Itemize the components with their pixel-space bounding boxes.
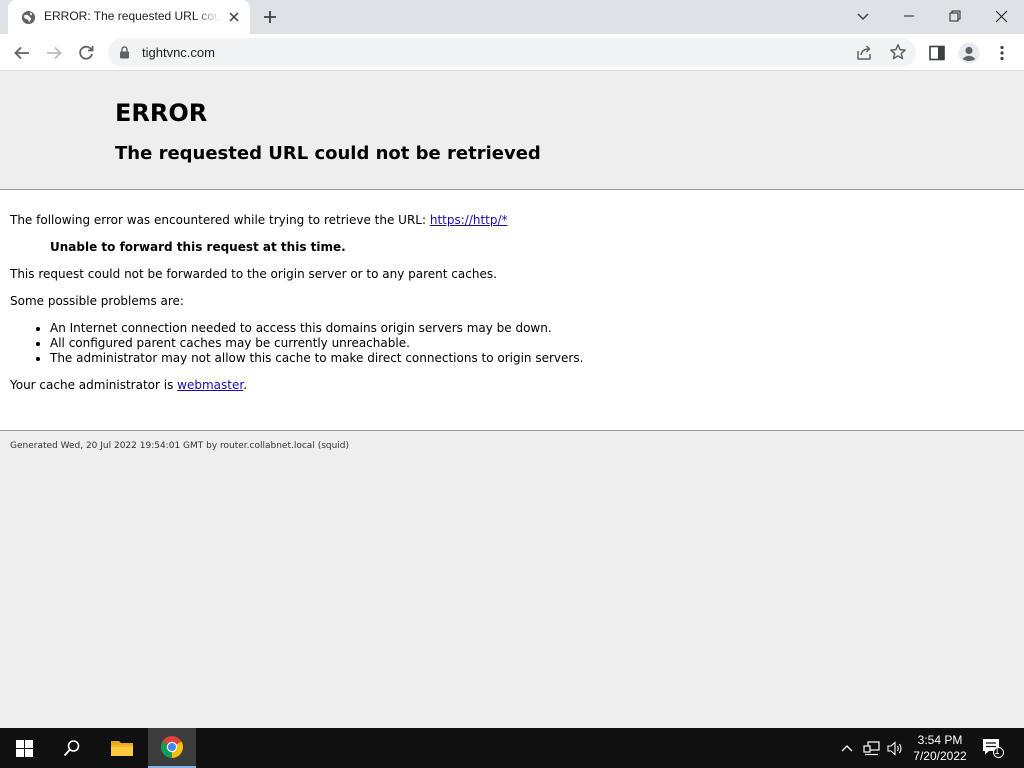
system-clock[interactable]: 3:54 PM 7/20/2022 <box>908 732 972 764</box>
error-title: ERROR <box>115 99 208 127</box>
side-panel-icon <box>929 45 945 61</box>
tab-title: ERROR: The requested URL could not be re… <box>44 9 220 23</box>
reload-button[interactable] <box>73 40 99 66</box>
network-button[interactable] <box>860 728 882 768</box>
admin-paragraph: Your cache administrator is webmaster. <box>10 378 1010 393</box>
error-header: ERROR The requested URL could not be ret… <box>0 71 1024 190</box>
back-arrow-icon <box>14 46 29 60</box>
start-button[interactable] <box>0 728 48 768</box>
network-icon <box>862 740 880 755</box>
page-viewport: ERROR The requested URL could not be ret… <box>0 71 1024 728</box>
plus-icon[interactable] <box>260 7 280 27</box>
forward-button[interactable] <box>41 40 67 66</box>
close-window-button[interactable] <box>978 0 1024 32</box>
reload-icon <box>79 45 94 60</box>
volume-icon <box>886 740 902 756</box>
back-button[interactable] <box>9 40 35 66</box>
admin-suffix: . <box>243 378 248 392</box>
close-window-icon <box>995 10 1007 22</box>
file-explorer-icon <box>111 741 133 756</box>
taskbar-search-button[interactable] <box>48 728 96 768</box>
forward-arrow-icon <box>47 46 62 60</box>
list-item: An Internet connection needed to access … <box>50 321 1010 336</box>
chevron-down-icon <box>857 13 869 21</box>
globe-icon <box>21 10 36 25</box>
list-item: All configured parent caches may be curr… <box>50 336 1010 351</box>
tab-search-button[interactable] <box>840 0 886 32</box>
share-icon[interactable] <box>856 44 873 61</box>
search-icon <box>63 740 80 757</box>
windows-start-icon <box>15 739 33 757</box>
lock-icon[interactable] <box>119 46 130 59</box>
browser-toolbar: tightvnc.com <box>0 34 1024 71</box>
menu-button[interactable] <box>989 40 1015 66</box>
admin-prefix: Your cache administrator is <box>10 378 178 392</box>
chrome-icon <box>161 736 183 758</box>
intro-text: The following error was encountered whil… <box>10 213 430 227</box>
requested-url-link[interactable]: https://http/* <box>430 213 508 227</box>
error-reason: Unable to forward this request at this t… <box>50 240 346 254</box>
problems-intro: Some possible problems are: <box>10 294 184 308</box>
error-detail: This request could not be forwarded to t… <box>10 267 497 281</box>
browser-tab[interactable]: ERROR: The requested URL could not be re… <box>8 0 250 34</box>
side-panel-button[interactable] <box>924 40 950 66</box>
star-icon[interactable] <box>889 43 907 61</box>
clock-time: 3:54 PM <box>917 733 963 747</box>
tab-strip: ERROR: The requested URL could not be re… <box>0 0 1024 34</box>
url-text[interactable]: tightvnc.com <box>142 45 215 60</box>
profile-button[interactable] <box>956 40 982 66</box>
chevron-up-icon <box>841 745 853 752</box>
kebab-menu-icon <box>1000 45 1004 61</box>
intro-paragraph: The following error was encountered whil… <box>10 213 1010 228</box>
restore-icon <box>949 10 961 22</box>
restore-button[interactable] <box>932 0 978 32</box>
chrome-taskbar-button[interactable] <box>148 728 196 768</box>
taskbar: 3:54 PM 7/20/2022 1 <box>0 728 1024 768</box>
error-content: The following error was encountered whil… <box>10 213 1010 405</box>
volume-button[interactable] <box>884 728 906 768</box>
webmaster-link[interactable]: webmaster <box>177 378 243 392</box>
address-bar[interactable]: tightvnc.com <box>108 38 916 67</box>
file-explorer-button[interactable] <box>98 728 146 768</box>
error-subtitle: The requested URL could not be retrieved <box>115 143 541 164</box>
notification-count: 1 <box>994 746 1000 756</box>
problems-list: An Internet connection needed to access … <box>50 321 1010 366</box>
list-item: The administrator may not allow this cac… <box>50 351 1010 366</box>
minimize-icon <box>904 15 914 17</box>
generated-text: Generated Wed, 20 Jul 2022 19:54:01 GMT … <box>10 441 350 451</box>
minimize-button[interactable] <box>886 0 932 32</box>
profile-icon <box>958 42 980 64</box>
clock-date: 7/20/2022 <box>913 749 967 763</box>
close-icon[interactable] <box>226 9 242 25</box>
error-footer: Generated Wed, 20 Jul 2022 19:54:01 GMT … <box>0 430 1024 728</box>
show-hidden-icons-button[interactable] <box>836 728 858 768</box>
notification-center-button[interactable]: 1 <box>978 728 1008 768</box>
